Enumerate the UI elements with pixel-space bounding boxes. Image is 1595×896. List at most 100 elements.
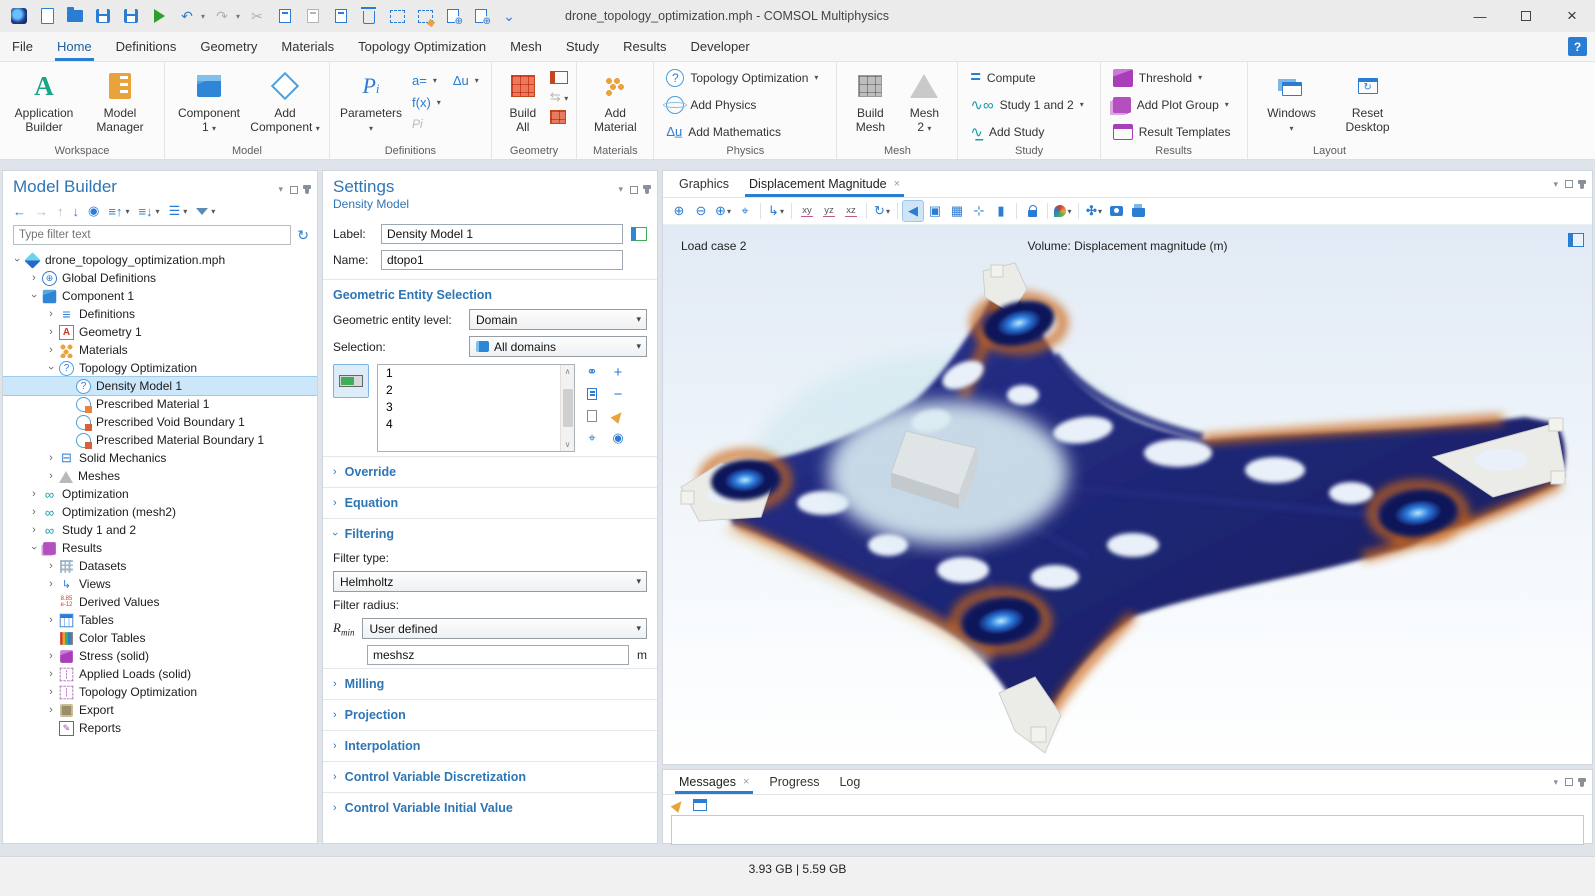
save-as-icon[interactable]: [120, 5, 142, 27]
customize-toolbar-icon[interactable]: ⌄: [498, 5, 520, 27]
copy-icon[interactable]: [274, 5, 296, 27]
go-to-default-view-dropdown-icon[interactable]: ▾: [780, 207, 784, 216]
tree-item-density-model-1[interactable]: Density Model 1: [3, 377, 317, 395]
view-yz-icon[interactable]: yz: [819, 201, 839, 221]
filter-type-dropdown[interactable]: Helmholtz: [333, 571, 647, 592]
expand-icon[interactable]: ›: [45, 668, 57, 680]
add-material-button[interactable]: AddMaterial: [585, 66, 645, 134]
undo-icon[interactable]: ↶: [176, 5, 198, 27]
topology-optimization-interface-button[interactable]: ?Topology Optimization▾: [662, 66, 822, 89]
tree-item-drone-topology-optimization-mph[interactable]: ›drone_topology_optimization.mph: [3, 251, 317, 269]
forward-icon[interactable]: →: [35, 204, 48, 219]
preview-icon[interactable]: [470, 5, 492, 27]
print-icon[interactable]: [1128, 201, 1148, 221]
functions-button[interactable]: f(x)▾: [408, 92, 483, 112]
graphics-viewport[interactable]: Load case 2 Volume: Displacement magnitu…: [663, 225, 1592, 764]
zoom-in-icon[interactable]: ⊕: [669, 201, 689, 221]
mesh-2-button[interactable]: Mesh2 ▾: [899, 66, 949, 136]
tab-log[interactable]: Log: [829, 770, 870, 794]
collapse-all-icon[interactable]: ≡↑: [108, 204, 122, 219]
active-selection-toggle[interactable]: [333, 364, 369, 398]
expand-icon[interactable]: ›: [45, 560, 57, 572]
result-templates-button[interactable]: Result Templates: [1109, 120, 1235, 143]
tree-item-solid-mechanics[interactable]: ›Solid Mechanics: [3, 449, 317, 467]
build-all-button[interactable]: BuildAll: [500, 66, 546, 134]
zoom-to-selection-icon[interactable]: ⌖: [583, 430, 601, 446]
expand-icon[interactable]: ›: [45, 452, 57, 464]
menu-tab-study[interactable]: Study: [554, 32, 611, 61]
zoom-extents-icon[interactable]: ⌖: [735, 201, 755, 221]
delete-icon[interactable]: [358, 5, 380, 27]
filter-icon[interactable]: [196, 208, 208, 215]
rename-icon[interactable]: [631, 227, 647, 241]
tree-item-optimization-mesh2[interactable]: ›Optimization (mesh2): [3, 503, 317, 521]
selection-list-scrollbar[interactable]: ∧∨: [560, 365, 574, 451]
tree-item-topology-optimization[interactable]: ›Topology Optimization: [3, 683, 317, 701]
show-icon[interactable]: ◉: [88, 203, 99, 219]
section-override[interactable]: ›Override: [323, 456, 657, 487]
save-icon[interactable]: [92, 5, 114, 27]
add-physics-button[interactable]: Add Physics: [662, 93, 760, 116]
filter-radius-mode-dropdown[interactable]: User defined: [362, 618, 647, 639]
tab-displacement-magnitude[interactable]: Displacement Magnitude×: [739, 171, 910, 197]
panel-menu-icon[interactable]: ▾: [618, 184, 623, 195]
section-control-variable-initial-value[interactable]: ›Control Variable Initial Value: [323, 792, 657, 823]
back-icon[interactable]: ←: [13, 204, 26, 219]
new-file-icon[interactable]: [36, 5, 58, 27]
cut-icon[interactable]: ✂: [246, 5, 268, 27]
expand-icon[interactable]: ›: [28, 524, 40, 536]
tree-item-datasets[interactable]: ›Datasets: [3, 557, 317, 575]
expand-icon[interactable]: ›: [45, 470, 57, 482]
tree-item-meshes[interactable]: ›Meshes: [3, 467, 317, 485]
panel-menu-icon[interactable]: ▾: [1553, 179, 1558, 190]
float-icon[interactable]: [290, 186, 298, 194]
expand-icon[interactable]: ›: [45, 704, 57, 716]
color-legend-icon[interactable]: ▮: [991, 201, 1011, 221]
messages-output[interactable]: [671, 815, 1584, 845]
view-xy-icon[interactable]: xy: [797, 201, 817, 221]
tree-item-derived-values[interactable]: Derived Values: [3, 593, 317, 611]
menu-tab-file[interactable]: File: [0, 32, 45, 61]
selection-list-item[interactable]: 3: [378, 399, 574, 416]
expand-icon[interactable]: ›: [28, 488, 40, 500]
copy-selection-icon[interactable]: [583, 386, 601, 402]
zoom-box-icon[interactable]: ⊕▾: [713, 201, 733, 221]
refresh-icon[interactable]: ↻: [297, 227, 309, 244]
name-field-input[interactable]: [381, 250, 623, 270]
copy-table-icon[interactable]: [693, 799, 707, 811]
tree-item-component-1[interactable]: ›Component 1: [3, 287, 317, 305]
displacement-plot-3d[interactable]: [663, 225, 1592, 764]
filter-radius-input[interactable]: [367, 645, 629, 665]
rotate-icon[interactable]: ↻▾: [872, 201, 892, 221]
clear-messages-icon[interactable]: [671, 798, 686, 813]
tree-item-prescribed-material-1[interactable]: Prescribed Material 1: [3, 395, 317, 413]
appearance-dropdown-icon[interactable]: ▾: [1067, 207, 1071, 216]
tree-item-definitions[interactable]: ›Definitions: [3, 305, 317, 323]
menu-tab-materials[interactable]: Materials: [269, 32, 346, 61]
go-to-default-view-icon[interactable]: ↳▾: [766, 201, 786, 221]
pin-icon[interactable]: [645, 185, 649, 194]
selection-list-item[interactable]: 2: [378, 382, 574, 399]
run-icon[interactable]: [148, 5, 170, 27]
transparency-icon[interactable]: ▣: [925, 201, 945, 221]
menu-tab-mesh[interactable]: Mesh: [498, 32, 554, 61]
expand-icon[interactable]: ›: [28, 272, 40, 284]
menu-tab-definitions[interactable]: Definitions: [104, 32, 189, 61]
import-geometry-icon[interactable]: [550, 71, 568, 84]
tab-messages[interactable]: Messages×: [669, 770, 759, 794]
node-text-icon[interactable]: ☰: [169, 203, 181, 219]
study-1-and-2-button[interactable]: ∿∞Study 1 and 2▾: [966, 93, 1087, 116]
menu-tab-developer[interactable]: Developer: [678, 32, 761, 61]
tree-item-export[interactable]: ›Export: [3, 701, 317, 719]
lock-view-icon[interactable]: [1022, 201, 1042, 221]
collapse-icon[interactable]: ›: [45, 362, 57, 374]
snapshot-icon[interactable]: [1106, 201, 1126, 221]
panel-menu-icon[interactable]: ▾: [1553, 777, 1558, 788]
zoom-box-dropdown-icon[interactable]: ▾: [727, 207, 731, 216]
selection-list[interactable]: 1234 ∧∨: [377, 364, 575, 452]
show-axis-icon[interactable]: ⊹: [969, 201, 989, 221]
add-component-button[interactable]: AddComponent ▾: [249, 66, 321, 136]
tree-item-global-definitions[interactable]: ›Global Definitions: [3, 269, 317, 287]
windows-button[interactable]: Windows▾: [1256, 66, 1328, 136]
tab-progress[interactable]: Progress: [759, 770, 829, 794]
